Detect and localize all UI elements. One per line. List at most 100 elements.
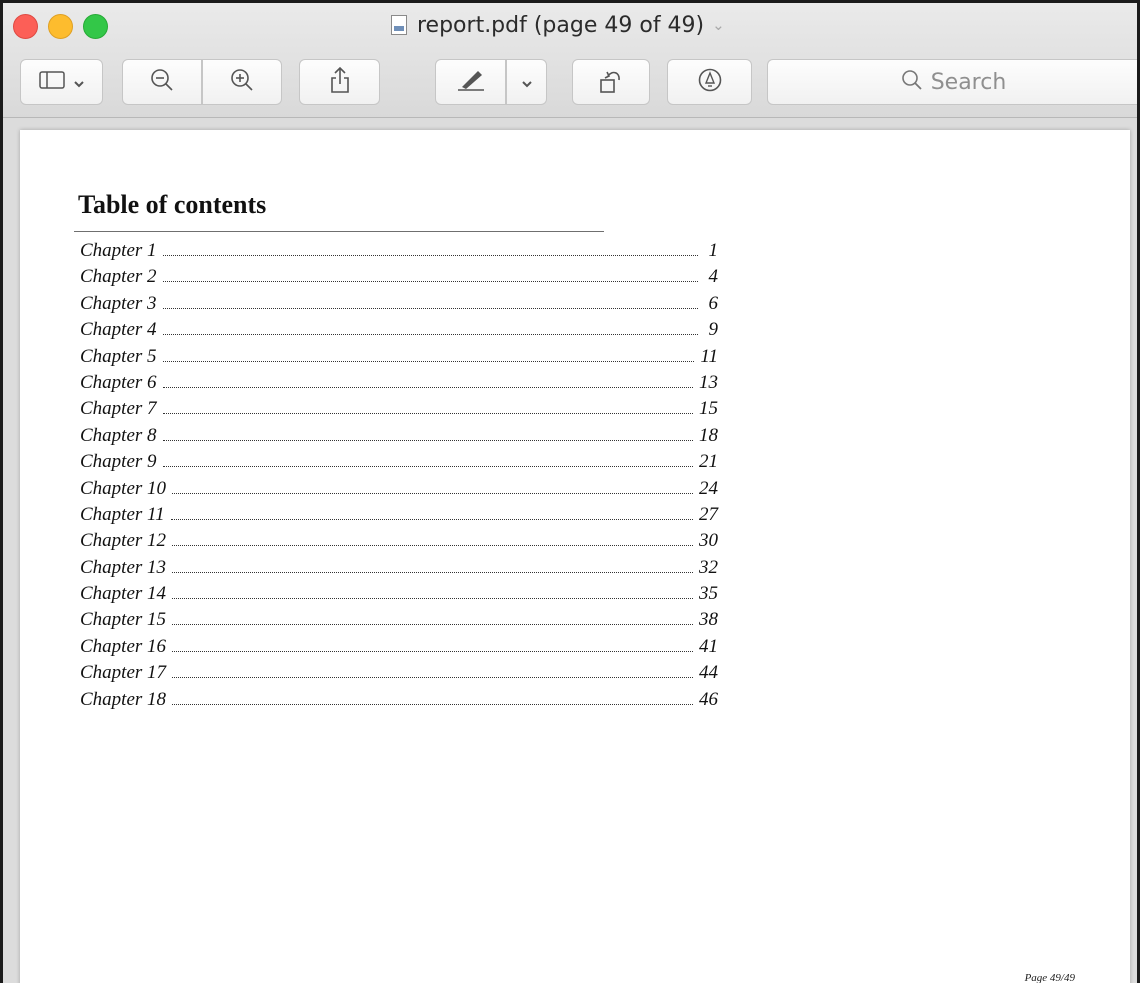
toc-entry-label: Chapter 9 [80,451,157,473]
toc-entry-label: Chapter 7 [80,398,157,420]
toc-leader-dots [162,255,698,256]
toc-entry[interactable]: Chapter 7 15 [80,398,718,424]
highlight-options-button[interactable] [506,59,547,105]
toc-entry-label: Chapter 10 [80,477,167,499]
toc-entry[interactable]: Chapter 3 6 [80,293,718,319]
toc-entry[interactable]: Chapter 10 24 [80,478,718,504]
toc-entry-page: 13 [699,371,718,393]
toc-entry-page: 4 [708,266,719,288]
toc-entry-label: Chapter 11 [80,503,165,525]
highlighter-pen-icon [456,69,486,95]
rotate-icon [598,66,624,98]
sidebar-icon [38,71,67,93]
toc-entry-label: Chapter 5 [80,345,157,367]
toc-entry[interactable]: Chapter 11 27 [80,504,718,530]
chevron-down-icon [521,73,533,92]
toc-heading: Table of contents [78,190,267,219]
toc-leader-dots [172,598,693,600]
toc-heading-rule [74,231,604,232]
toc-leader-dots [162,439,693,441]
search-field[interactable]: Search [767,59,1137,105]
toc-entry[interactable]: Chapter 8 18 [80,425,718,451]
toc-entry-label: Chapter 13 [80,556,167,578]
toc-entry[interactable]: Chapter 2 4 [80,266,718,292]
toc-entry-page: 38 [699,609,718,631]
toc-leader-dots [170,518,693,520]
toc-entry[interactable]: Chapter 12 30 [80,530,718,556]
toc-leader-dots [162,386,693,388]
pdf-document-icon [391,15,407,35]
toc-entry[interactable]: Chapter 4 9 [80,319,718,345]
toc-list: Chapter 1 1 Chapter 2 4 Chapter 3 6 Chapter 49… [80,240,718,715]
toc-entry-label: Chapter 3 [80,292,157,314]
toc-entry[interactable]: Chapter 13 32 [80,557,718,583]
toc-entry-page: 15 [699,398,718,420]
toc-entry-page: 32 [699,556,718,578]
toc-entry-label: Chapter 18 [80,688,167,710]
toc-entry[interactable]: Chapter 6 13 [80,372,718,398]
toc-entry-label: Chapter 17 [80,662,167,684]
toc-leader-dots [162,334,698,336]
toc-leader-dots [172,492,693,494]
toc-entry-page: 6 [708,292,719,314]
highlight-button[interactable] [435,59,506,105]
preview-window: report.pdf (page 49 of 49) ⌄ Search Tabl… [0,0,1140,983]
toc-entry-page: 44 [699,662,718,684]
toc-entry-page: 35 [699,583,718,605]
toc-entry-page: 11 [700,345,718,367]
search-placeholder: Search [930,69,1007,95]
toc-entry-label: Chapter 8 [80,424,157,446]
share-icon [329,66,351,98]
chevron-down-icon [73,73,85,92]
toc-entry[interactable]: Chapter 17 44 [80,662,718,688]
sidebar-toggle-button[interactable] [20,59,103,105]
toc-entry-page: 27 [699,503,718,525]
markup-button[interactable] [667,59,752,105]
toc-entry-page: 1 [708,240,719,261]
toc-entry-label: Chapter 1 [80,240,157,261]
rotate-button[interactable] [572,59,650,105]
page-footer: Page 49/49 [1024,972,1075,983]
toc-leader-dots [162,360,695,362]
toc-leader-dots [172,650,693,652]
toc-entry[interactable]: Chapter 5 11 [80,346,718,372]
title-toolbar-area: report.pdf (page 49 of 49) ⌄ Search [3,3,1137,118]
toc-entry[interactable]: Chapter 16 41 [80,636,718,662]
zoom-out-icon [149,67,175,97]
toc-leader-dots [172,677,693,679]
share-button[interactable] [299,59,380,105]
toc-entry-page: 18 [699,424,718,446]
toc-entry[interactable]: Chapter 9 21 [80,451,718,477]
search-icon [901,69,923,95]
pdf-page: Table of contents Chapter 1 1 Chapter 2 4 Ch… [20,130,1130,983]
zoom-out-button[interactable] [122,59,202,105]
toc-entry-label: Chapter 16 [80,635,167,657]
zoom-in-icon [229,67,255,97]
toc-leader-dots [172,571,693,573]
toc-entry[interactable]: Chapter 14 35 [80,583,718,609]
title-chevron-icon[interactable]: ⌄ [712,16,725,34]
document-view[interactable]: Table of contents Chapter 1 1 Chapter 2 4 Ch… [3,118,1137,983]
zoom-in-button[interactable] [202,59,282,105]
toc-entry[interactable]: Chapter 18 46 [80,689,718,715]
toc-entry-page: 41 [699,635,718,657]
toc-leader-dots [172,624,693,626]
window-title[interactable]: report.pdf (page 49 of 49) ⌄ [391,10,725,40]
markup-pen-icon [697,67,723,97]
toc-entry-page: 24 [699,477,718,499]
toc-entry[interactable]: Chapter 1 1 [80,240,718,266]
toc-leader-dots [172,545,693,547]
zoom-window-button[interactable] [83,14,108,39]
toc-entry-label: Chapter 6 [80,371,157,393]
window-title-text: report.pdf (page 49 of 49) [417,12,705,38]
toc-entry-page: 9 [708,319,719,341]
toc-entry[interactable]: Chapter 15 38 [80,609,718,635]
toc-entry-page: 30 [699,530,718,552]
toc-entry-page: 21 [699,451,718,473]
minimize-window-button[interactable] [48,14,73,39]
close-window-button[interactable] [13,14,38,39]
toc-leader-dots [172,703,693,705]
toc-entry-label: Chapter 15 [80,609,167,631]
toc-leader-dots [162,413,693,415]
toc-leader-dots [162,307,698,309]
